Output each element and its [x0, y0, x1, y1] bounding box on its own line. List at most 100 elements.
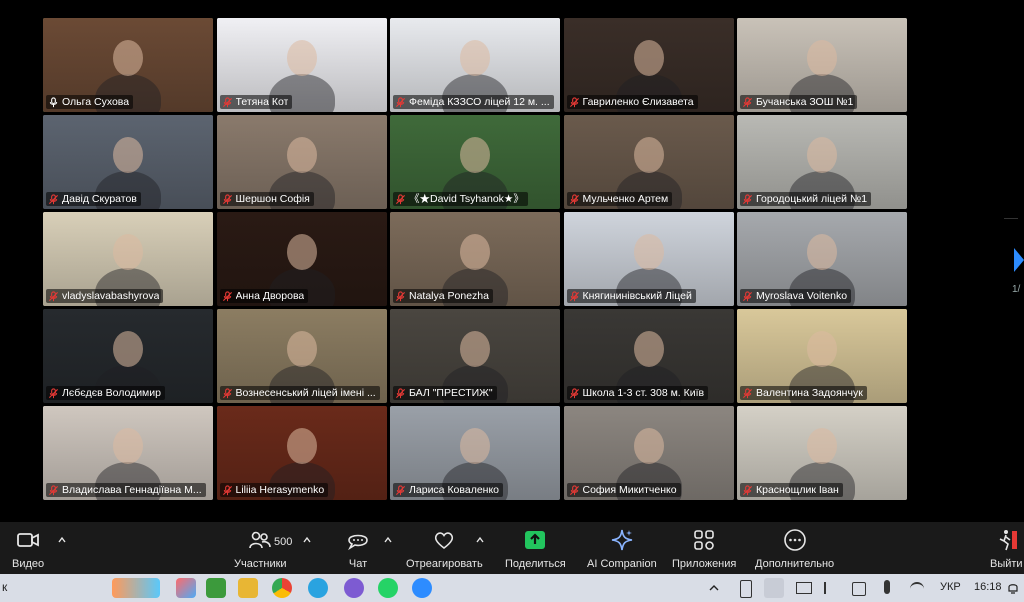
react-options-caret-icon[interactable]	[476, 536, 484, 544]
participant-tile[interactable]: vladyslavabashyrova	[43, 212, 213, 306]
participants-options-caret-icon[interactable]	[303, 536, 311, 544]
display-icon[interactable]	[852, 582, 866, 596]
person-head	[460, 428, 490, 464]
participant-tile[interactable]: Краснощлик Іван	[737, 406, 907, 500]
ai-companion-label: AI Companion	[587, 558, 657, 570]
participant-tile[interactable]: Мульченко Артем	[563, 115, 734, 209]
participant-tile[interactable]: Феміда КЗЗСО ліцей 12 м. ...	[390, 18, 560, 112]
participant-nameplate: Natalya Ponezha	[393, 289, 493, 303]
participant-name: Шершон Софія	[235, 193, 310, 205]
video-options-caret-icon[interactable]	[58, 536, 66, 544]
usb-device-icon[interactable]	[740, 580, 752, 598]
participant-tile[interactable]: Liliia Herasymenko	[216, 406, 387, 500]
participant-tile[interactable]: Ольга Сухова	[43, 18, 213, 112]
sparkle-icon	[611, 529, 632, 551]
notifications-bell-icon[interactable]	[1006, 581, 1020, 595]
participant-tile[interactable]: Лєбєдєв Володимир	[43, 309, 213, 403]
participant-tile[interactable]: Тетяна Кот	[216, 18, 387, 112]
keyboard-language[interactable]: УКР	[940, 581, 961, 593]
participant-tile[interactable]: София Микитченко	[563, 406, 734, 500]
participant-tile[interactable]: Natalya Ponezha	[390, 212, 560, 306]
participant-nameplate: Валентина Задоянчук	[740, 386, 867, 400]
person-head	[113, 137, 143, 173]
torrent-app-icon[interactable]	[206, 578, 226, 598]
tray-expand-caret-icon[interactable]	[708, 582, 720, 594]
muted-mic-icon	[742, 387, 753, 398]
participant-tile[interactable]: БАЛ "ПРЕСТИЖ"	[390, 309, 560, 403]
participant-name: Liliia Herasymenko	[235, 484, 325, 496]
participant-tile[interactable]: Давід Скуратов	[43, 115, 213, 209]
muted-mic-icon	[569, 387, 579, 398]
participant-tile[interactable]: Шершон Софія	[216, 115, 387, 209]
participant-name: Анна Дворова	[235, 290, 305, 302]
person-head	[460, 234, 490, 270]
whatsapp-app-icon[interactable]	[378, 578, 398, 598]
file-explorer-icon[interactable]	[238, 578, 258, 598]
battery-icon[interactable]	[796, 582, 812, 594]
participant-tile[interactable]: Гавриленко Єлизавета	[563, 18, 734, 112]
meeting-stage: Ольга Сухова Тетяна Кот Феміда КЗЗСО ліцей…	[0, 0, 1024, 522]
exit-button[interactable]: Выйти	[990, 528, 1023, 572]
participant-tile[interactable]: Владислава Геннадіївна М...	[43, 406, 213, 500]
participant-nameplate: Лариса Коваленко	[393, 483, 504, 497]
participant-name: Феміда КЗЗСО ліцей 12 м. ...	[409, 96, 550, 108]
muted-mic-icon	[222, 96, 232, 107]
participant-tile[interactable]: Городоцький ліцей №1	[737, 115, 907, 209]
participant-name: Княгининівський Ліцей	[582, 290, 692, 302]
participant-tile[interactable]: Лариса Коваленко	[390, 406, 560, 500]
microphone-icon[interactable]	[884, 580, 890, 594]
speaker-icon[interactable]	[824, 582, 838, 594]
more-label: Дополнительно	[755, 558, 835, 570]
chat-button[interactable]: Чат	[346, 528, 370, 572]
participant-tile[interactable]: Анна Дворова	[216, 212, 387, 306]
react-button[interactable]: Отреагировать	[406, 528, 483, 572]
chat-options-caret-icon[interactable]	[384, 536, 392, 544]
muted-mic-icon	[395, 290, 406, 301]
participant-tile[interactable]: Бучанська ЗОШ №1	[737, 18, 907, 112]
participant-name: Тетяна Кот	[235, 96, 289, 108]
participant-nameplate: Вознесенський ліцей імені ...	[219, 386, 380, 400]
participant-name: Ольга Сухова	[62, 96, 130, 108]
participants-button[interactable]: Участники	[234, 528, 287, 572]
participant-name: БАЛ "ПРЕСТИЖ"	[409, 387, 493, 399]
participant-name: Мульченко Артем	[582, 193, 669, 205]
share-screen-button[interactable]: Поделиться	[505, 528, 566, 572]
exit-door-icon	[999, 530, 1018, 551]
participant-tile[interactable]: Валентина Задоянчук	[737, 309, 907, 403]
video-button[interactable]: Видео	[12, 528, 44, 572]
participant-nameplate: Шершон Софія	[219, 192, 314, 206]
ai-companion-button[interactable]: AI Companion	[587, 528, 657, 572]
clock-time[interactable]: 16:18	[974, 581, 1002, 593]
next-page-arrow-icon[interactable]	[1014, 248, 1024, 272]
participant-tile[interactable]: Княгининівський Ліцей	[563, 212, 734, 306]
participants-icon	[249, 531, 272, 549]
copilot-app-icon[interactable]	[176, 578, 196, 598]
muted-mic-icon	[742, 96, 753, 107]
telegram-app-icon[interactable]	[308, 578, 328, 598]
person-head	[633, 331, 664, 367]
participant-nameplate: Myroslava Voitenko	[740, 289, 852, 303]
zoom-app-icon[interactable]	[412, 578, 432, 598]
person-head	[286, 234, 317, 270]
participant-tile[interactable]: Школа 1-3 ст. 308 м. Київ	[563, 309, 734, 403]
participant-tile[interactable]: 《★David Tsyhanok★》	[390, 115, 560, 209]
participant-name: Лариса Коваленко	[409, 484, 500, 496]
page-indicator: 1/	[1012, 284, 1021, 295]
participant-name: София Микитченко	[582, 484, 677, 496]
chrome-app-icon[interactable]	[272, 578, 292, 598]
apps-button[interactable]: Приложения	[672, 528, 736, 572]
side-divider	[1004, 218, 1018, 219]
participant-name: Давід Скуратов	[62, 193, 137, 205]
participant-tile[interactable]: Myroslava Voitenko	[737, 212, 907, 306]
weather-widget[interactable]	[112, 578, 160, 598]
viber-app-icon[interactable]	[344, 578, 364, 598]
pen-app-icon[interactable]	[764, 578, 784, 598]
participant-name: Гавриленко Єлизавета	[582, 96, 694, 108]
video-label: Видео	[12, 558, 45, 570]
participant-nameplate: 《★David Tsyhanok★》	[393, 192, 528, 206]
participant-tile[interactable]: Вознесенський ліцей імені ...	[216, 309, 387, 403]
apps-grid-icon	[694, 530, 714, 550]
more-button[interactable]: Дополнительно	[755, 528, 834, 572]
wifi-icon[interactable]	[910, 582, 924, 596]
person-head	[113, 331, 143, 367]
